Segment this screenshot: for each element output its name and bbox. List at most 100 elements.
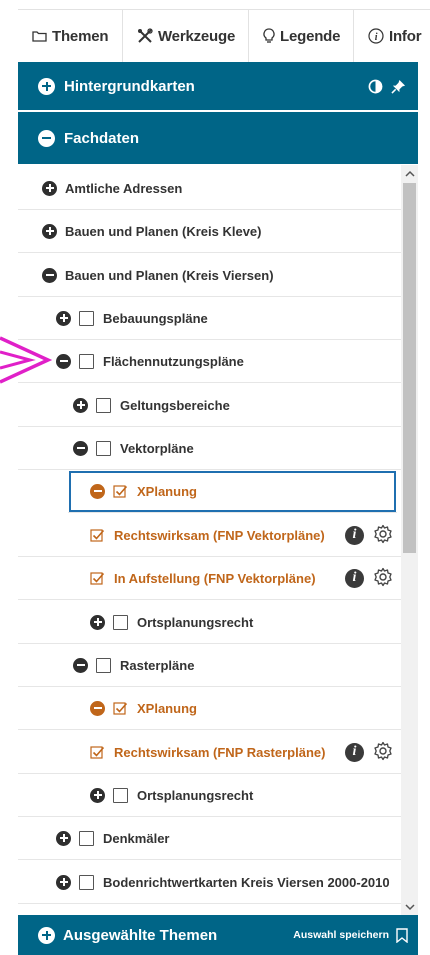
- expand-icon[interactable]: [42, 223, 57, 239]
- tree-item-bodenrichtwertkarten-kreis-viersen-2000-2010[interactable]: Bodenrichtwertkarten Kreis Viersen 2000-…: [18, 861, 401, 904]
- layer-checkbox-checked-icon[interactable]: [90, 528, 105, 543]
- tree-item-ortsplanungsrecht[interactable]: Ortsplanungsrecht: [18, 774, 401, 817]
- tree-item-bebauungspl-ne[interactable]: Bebauungspläne: [18, 297, 401, 340]
- tree-item-label: Bauen und Planen (Kreis Kleve): [65, 223, 262, 239]
- top-tab-bar: Themen Werkzeuge Legende i Infor: [18, 9, 430, 62]
- tree-item-xplanung[interactable]: XPlanung: [18, 687, 401, 730]
- panel-fachdaten[interactable]: Fachdaten: [18, 112, 418, 164]
- layer-checkbox-checked-icon[interactable]: [90, 571, 105, 586]
- tree-item-geltungsbereiche[interactable]: Geltungsbereiche: [18, 384, 401, 427]
- layer-checkbox[interactable]: [96, 657, 111, 673]
- tree-item-rasterpl-ne[interactable]: Rasterpläne: [18, 644, 401, 687]
- expand-icon[interactable]: [90, 614, 105, 630]
- tree-item-vektorpl-ne[interactable]: Vektorpläne: [18, 427, 401, 470]
- pin-icon[interactable]: [391, 79, 406, 94]
- tools-icon: [138, 28, 153, 43]
- tree-item-label: Ortsplanungsrecht: [137, 787, 254, 803]
- expand-icon: [38, 926, 55, 944]
- layer-checkbox-checked-icon[interactable]: [113, 484, 128, 499]
- gear-icon[interactable]: [373, 567, 393, 590]
- selected-themes-bar[interactable]: Ausgewählte Themen Auswahl speichern: [18, 915, 418, 955]
- tree-item-label: Bauen und Planen (Kreis Viersen): [65, 267, 274, 283]
- tree-item-label: Amtliche Adressen: [65, 180, 183, 196]
- tree-item-label: Rasterpläne: [120, 657, 195, 673]
- collapse-icon[interactable]: [90, 700, 105, 716]
- tree-item-xplanung[interactable]: XPlanung: [68, 470, 397, 513]
- tree-item-fl-chennutzungspl-ne[interactable]: Flächennutzungspläne: [18, 340, 401, 383]
- tree-item-label: In Aufstellung (FNP Vektorpläne): [114, 570, 316, 586]
- scroll-thumb[interactable]: [403, 183, 416, 553]
- layer-checkbox[interactable]: [79, 830, 94, 846]
- info-icon[interactable]: i: [345, 742, 364, 762]
- svg-text:i: i: [375, 32, 378, 43]
- expand-icon[interactable]: [42, 180, 57, 196]
- gear-icon[interactable]: [373, 524, 393, 547]
- collapse-icon[interactable]: [42, 267, 57, 283]
- layer-actions: i: [345, 567, 393, 590]
- tab-legende[interactable]: Legende: [249, 10, 354, 62]
- layer-checkbox[interactable]: [79, 353, 94, 369]
- layer-checkbox[interactable]: [79, 310, 94, 326]
- collapse-icon: [38, 129, 55, 147]
- layer-checkbox[interactable]: [79, 874, 94, 890]
- scroll-up-arrow-icon[interactable]: [401, 165, 418, 182]
- info-icon[interactable]: i: [345, 525, 364, 545]
- lightbulb-icon: [263, 28, 275, 43]
- layer-checkbox[interactable]: [96, 397, 111, 413]
- tree-item-label: Ortsplanungsrecht: [137, 614, 254, 630]
- scroll-down-arrow-icon[interactable]: [401, 898, 418, 915]
- tree-item-label: Flächennutzungspläne: [103, 353, 244, 369]
- tab-label: Infor: [389, 27, 422, 45]
- layer-actions: i: [345, 741, 393, 764]
- tab-info[interactable]: i Infor: [354, 10, 430, 62]
- expand-icon[interactable]: [56, 830, 71, 846]
- expand-icon: [38, 77, 55, 95]
- expand-icon[interactable]: [56, 310, 71, 326]
- tree-item-amtliche-adressen[interactable]: Amtliche Adressen: [18, 167, 401, 210]
- tree-item-label: Rechtswirksam (FNP Rasterpläne): [114, 744, 326, 760]
- tab-label: Themen: [52, 27, 109, 45]
- tree-item-label: Bodenrichtwertkarten Kreis Viersen 2000-…: [103, 874, 390, 890]
- tab-label: Werkzeuge: [158, 27, 236, 45]
- info-circle-icon: i: [368, 28, 384, 44]
- tab-label: Legende: [280, 27, 341, 45]
- collapse-icon[interactable]: [56, 353, 71, 369]
- folder-icon: [32, 31, 47, 42]
- tree-item-rechtswirksam-fnp-vektorpl-ne[interactable]: Rechtswirksam (FNP Vektorpläne) i: [18, 514, 401, 557]
- tree-item-bauen-und-planen-kreis-kleve[interactable]: Bauen und Planen (Kreis Kleve): [18, 210, 401, 253]
- expand-icon[interactable]: [73, 397, 88, 413]
- contrast-icon[interactable]: [368, 79, 383, 94]
- tree-item-rechtswirksam-fnp-rasterpl-ne[interactable]: Rechtswirksam (FNP Rasterpläne) i: [18, 731, 401, 774]
- annotation-arrow-icon: [0, 336, 53, 384]
- tree-item-label: XPlanung: [137, 700, 197, 716]
- tab-werkzeuge[interactable]: Werkzeuge: [123, 10, 249, 62]
- layer-checkbox[interactable]: [113, 787, 128, 803]
- layer-checkbox-checked-icon[interactable]: [113, 701, 128, 716]
- tree-item-ortsplanungsrecht[interactable]: Ortsplanungsrecht: [18, 601, 401, 644]
- layer-tree: Amtliche Adressen Bauen und Planen (Kreis…: [18, 165, 401, 915]
- gear-icon[interactable]: [373, 741, 393, 764]
- layer-checkbox-checked-icon[interactable]: [90, 745, 105, 760]
- tree-item-denkm-ler[interactable]: Denkmäler: [18, 817, 401, 860]
- expand-icon[interactable]: [90, 787, 105, 803]
- tree-item-bauen-und-planen-kreis-viersen[interactable]: Bauen und Planen (Kreis Viersen): [18, 254, 401, 297]
- info-icon[interactable]: i: [345, 568, 364, 588]
- layer-checkbox[interactable]: [96, 440, 111, 456]
- collapse-icon[interactable]: [73, 657, 88, 673]
- tree-scrollbar[interactable]: [401, 165, 418, 915]
- tree-item-label: Geltungsbereiche: [120, 397, 230, 413]
- tree-item-label: XPlanung: [137, 483, 197, 499]
- tree-item-label: Vektorpläne: [120, 440, 194, 456]
- tree-item-in-aufstellung-fnp-vektorpl-ne[interactable]: In Aufstellung (FNP Vektorpläne) i: [18, 557, 401, 600]
- tree-item-bauen-und-planen-kreis-wesel[interactable]: Bauen und Planen (Kreis Wesel): [18, 904, 401, 915]
- collapse-icon[interactable]: [73, 440, 88, 456]
- panel-title: Fachdaten: [64, 129, 140, 147]
- collapse-icon[interactable]: [90, 483, 105, 499]
- layer-checkbox[interactable]: [113, 614, 128, 630]
- panel-hintergrundkarten[interactable]: Hintergrundkarten: [18, 62, 418, 110]
- expand-icon[interactable]: [56, 874, 71, 890]
- bookmark-icon: [396, 927, 408, 943]
- selected-themes-title: Ausgewählte Themen: [63, 926, 218, 944]
- save-selection-button[interactable]: Auswahl speichern: [293, 927, 408, 943]
- tab-themen[interactable]: Themen: [18, 10, 123, 62]
